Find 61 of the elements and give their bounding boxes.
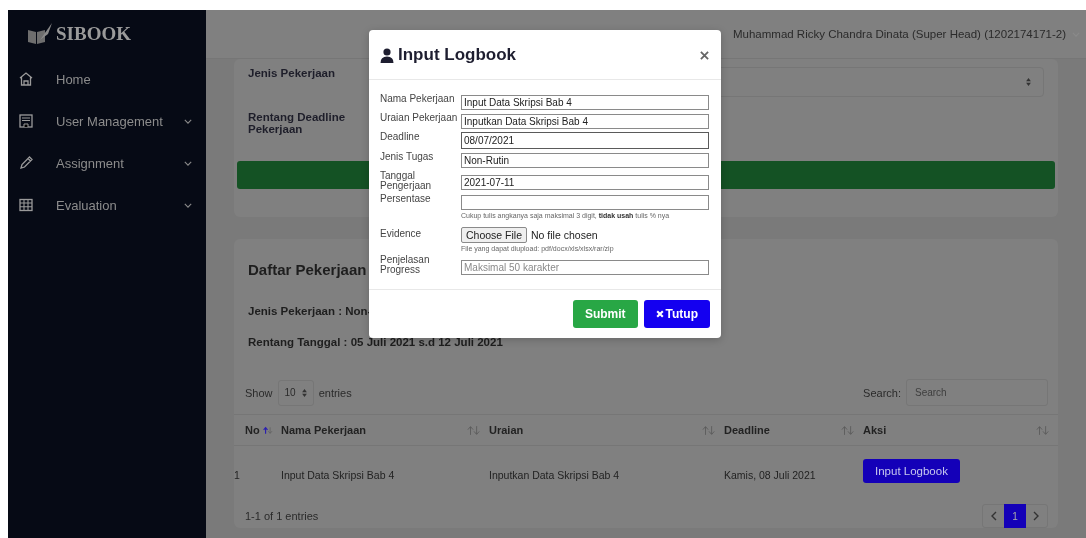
user-name[interactable]: Muhammad Ricky Chandra Dinata (Super Head) (1202174171-2) — [732, 28, 1066, 40]
show-label: Show — [245, 386, 273, 399]
field-label: Uraian Pekerjaan — [380, 111, 459, 123]
table-cell: Inputkan Data Skripsi Bab 4 — [489, 469, 620, 481]
sidebar-item[interactable]: Assignment — [8, 142, 206, 184]
field-label: Jenis Tugas — [380, 150, 435, 162]
home-icon — [18, 71, 34, 87]
filter-summary: Rentang Tanggal : 05 Juli 2021 s.d 12 Juli 2021 — [248, 336, 503, 348]
column-header[interactable]: Deadline — [724, 424, 770, 436]
card-title: Daftar Pekerjaan — [248, 261, 367, 278]
filter-label: Rentang Deadline Pekerjaan — [248, 111, 347, 135]
entries-summary: 1-1 of 1 entries — [245, 510, 319, 522]
search-label: Search: — [863, 386, 901, 399]
user-icon — [380, 47, 394, 63]
sort-icon[interactable] — [262, 424, 273, 436]
table-cell: Kamis, 08 Juli 2021 — [724, 469, 816, 481]
column-header[interactable]: No — [245, 424, 260, 436]
close-icon[interactable] — [700, 50, 709, 60]
column-header[interactable]: Nama Pekerjaan — [281, 424, 366, 436]
table-cell: Input Data Skripsi Bab 4 — [281, 469, 395, 481]
select-arrows-icon — [301, 388, 307, 397]
column-header[interactable]: Uraian — [489, 424, 524, 436]
filter-summary: Jenis Pekerjaan : Non- — [248, 305, 372, 317]
input-field[interactable]: Non-Rutin — [461, 153, 709, 168]
previous-page-icon[interactable] — [990, 511, 997, 521]
field-label: Deadline — [380, 130, 421, 142]
input-field[interactable]: Input Data Skripsi Bab 4 — [461, 95, 709, 110]
field-label: Penjelasan Progress — [380, 253, 431, 275]
close-button[interactable]: Tutup — [643, 300, 710, 328]
field-label: Nama Pekerjaan — [380, 92, 456, 104]
choose-file-button[interactable]: Choose File — [461, 227, 528, 243]
input-field[interactable]: Maksimal 50 karakter — [461, 260, 709, 275]
field-label: Persentase — [380, 192, 432, 204]
page-link[interactable]: 1 — [1004, 504, 1026, 528]
input-field[interactable]: 08/07/2021 — [461, 132, 709, 149]
input-field[interactable]: Inputkan Data Skripsi Bab 4 — [461, 114, 709, 129]
field-label: Evidence — [380, 227, 423, 239]
input-field[interactable]: 2021-07-11 — [461, 175, 709, 190]
input-logbook-button[interactable]: Input Logbook — [863, 459, 960, 483]
pencil-icon — [18, 155, 34, 171]
entries-label: entries — [318, 386, 352, 399]
x-icon — [655, 310, 664, 318]
modal-title: Input Logbook — [398, 45, 517, 65]
select-arrows-icon — [1026, 78, 1031, 86]
table-icon — [18, 197, 34, 213]
brand-name: SIBOOK — [56, 23, 131, 45]
submit-button[interactable]: Submit — [572, 300, 638, 328]
next-page-icon[interactable] — [1033, 511, 1040, 521]
file-status: No file chosen — [531, 229, 598, 241]
building-icon — [18, 113, 34, 129]
page-size-select[interactable]: 10 — [277, 379, 314, 406]
field-label: Tanggal Pengerjaan — [380, 169, 433, 191]
book-quill-logo — [26, 22, 54, 46]
search-field[interactable]: Search — [906, 379, 1048, 406]
sidebar-item[interactable]: Home — [8, 58, 206, 100]
table-cell: 1 — [234, 469, 240, 481]
column-header[interactable]: Aksi — [863, 424, 887, 436]
sidebar-item[interactable]: Evaluation — [8, 184, 206, 226]
sidebar-item[interactable]: User Management — [8, 100, 206, 142]
filter-label: Jenis Pekerjaan — [248, 67, 336, 79]
input-field[interactable] — [461, 195, 709, 210]
